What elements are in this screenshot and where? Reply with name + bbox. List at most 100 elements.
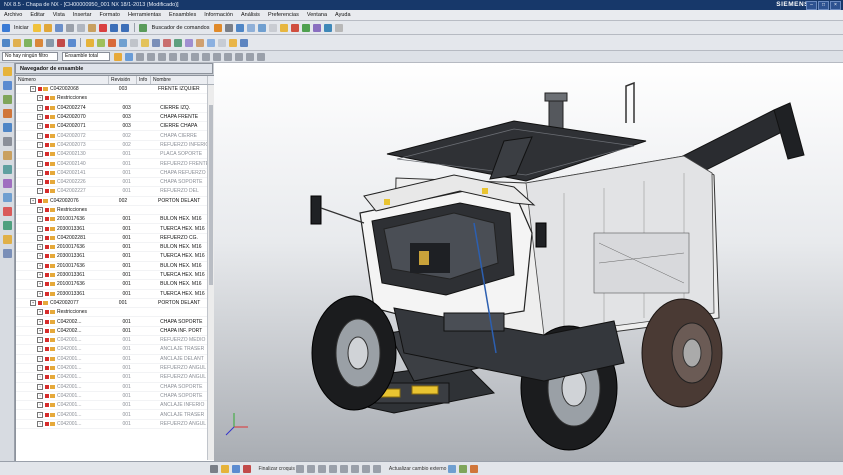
menu-vista[interactable]: Vista — [49, 12, 69, 18]
expand-icon[interactable]: + — [37, 290, 43, 297]
shell-icon[interactable] — [195, 38, 204, 47]
expand-icon[interactable]: + — [37, 355, 43, 362]
checkbox-icon[interactable] — [45, 170, 49, 175]
menu-preferencias[interactable]: Preferencias — [264, 12, 303, 18]
navigator-row[interactable]: + Restricciones — [16, 308, 214, 318]
orient-view-icon[interactable] — [1, 38, 10, 47]
command-finder-icon[interactable] — [139, 23, 148, 32]
constraint-navigator-icon[interactable] — [2, 81, 12, 90]
expand-icon[interactable]: + — [30, 299, 36, 306]
checkbox-icon[interactable] — [45, 105, 49, 110]
checkbox-icon[interactable] — [38, 300, 42, 305]
zoom-icon[interactable] — [23, 38, 32, 47]
expand-icon[interactable]: + — [37, 160, 43, 167]
reuse-library-icon[interactable] — [2, 109, 12, 118]
checkbox-icon[interactable] — [45, 142, 49, 147]
manufacturing-icon[interactable] — [2, 235, 12, 244]
existing-point-icon[interactable] — [190, 52, 199, 61]
copy-icon[interactable] — [77, 23, 86, 32]
render-icon[interactable] — [246, 23, 255, 32]
navigator-row[interactable]: + C042001... 001 REFUERZO ANGUL — [16, 373, 214, 383]
harvester-model[interactable] — [214, 63, 843, 461]
checkbox-icon[interactable] — [45, 366, 49, 371]
navigator-row[interactable]: + C042002070 003 CHAPA FRENTE — [16, 113, 214, 123]
roles-icon[interactable] — [2, 179, 12, 188]
checkbox-icon[interactable] — [45, 189, 49, 194]
navigator-row[interactable]: + C042002140 001 REFUERZO FRENTE — [16, 159, 214, 169]
endpoint-icon[interactable] — [135, 52, 144, 61]
expand-icon[interactable]: + — [37, 141, 43, 148]
datum-icon[interactable] — [206, 38, 215, 47]
expand-icon[interactable]: + — [37, 374, 43, 381]
checkbox-icon[interactable] — [45, 328, 49, 333]
expand-icon[interactable]: + — [37, 272, 43, 279]
expand-icon[interactable]: + — [37, 309, 43, 316]
menu-archivo[interactable]: Archivo — [0, 12, 26, 18]
checkbox-icon[interactable] — [45, 310, 49, 315]
menu-editar[interactable]: Editar — [26, 12, 48, 18]
checkbox-icon[interactable] — [45, 347, 49, 352]
process-studio-icon[interactable] — [2, 165, 12, 174]
sheet-metal-icon[interactable] — [217, 38, 226, 47]
navigator-row[interactable]: + C042002141 001 CHAPA REFUERZO — [16, 169, 214, 178]
measure-icon[interactable] — [290, 23, 299, 32]
checkbox-icon[interactable] — [45, 291, 49, 296]
expand-icon[interactable]: + — [37, 151, 43, 158]
expand-icon[interactable]: + — [37, 104, 43, 111]
layer-icon[interactable] — [224, 23, 233, 32]
system-materials-icon[interactable] — [2, 151, 12, 160]
midpoint-icon[interactable] — [146, 52, 155, 61]
undo-icon[interactable] — [110, 23, 119, 32]
navigator-row[interactable]: + C042002... 001 CHAPA INF. PORT — [16, 327, 214, 337]
menu-informacion[interactable]: Información — [200, 12, 237, 18]
navigator-row[interactable]: +2010017636 001 BULON HEX. M16 — [16, 243, 214, 253]
column-name[interactable]: Nombre — [151, 76, 208, 84]
flange-icon[interactable] — [228, 38, 237, 47]
navigator-row[interactable]: + C042002073 002 REFUERZO INFERIO — [16, 141, 214, 151]
offset-icon[interactable] — [373, 464, 382, 473]
blend-icon[interactable] — [118, 38, 127, 47]
constraint-icon[interactable] — [210, 464, 218, 473]
navigator-row[interactable]: + Restricciones — [16, 94, 214, 104]
navigator-row[interactable]: + C042002076 002 PORTON DELANT — [16, 197, 214, 206]
expand-icon[interactable]: + — [37, 179, 43, 186]
snap-view-icon[interactable] — [447, 464, 456, 473]
expand-icon[interactable]: + — [37, 337, 43, 344]
checkbox-icon[interactable] — [45, 356, 49, 361]
part-navigator-icon[interactable] — [2, 95, 12, 104]
column-revision[interactable]: Revisión — [109, 76, 137, 84]
profile-icon[interactable] — [232, 464, 240, 473]
checkbox-icon[interactable] — [45, 180, 49, 185]
expand-icon[interactable]: + — [37, 392, 43, 399]
shade-icon[interactable] — [257, 23, 266, 32]
checkbox-icon[interactable] — [38, 198, 42, 203]
navigator-row[interactable]: + C042002077 001 PORTON DELANT — [16, 299, 214, 309]
expand-icon[interactable]: + — [37, 95, 43, 102]
snap-point-icon[interactable] — [124, 52, 133, 61]
scrollbar-thumb[interactable] — [209, 105, 213, 285]
navigator-row[interactable]: + C042002274 003 CIERRE IZQ. — [16, 104, 214, 113]
analysis-icon[interactable] — [301, 23, 310, 32]
center-icon[interactable] — [157, 52, 166, 61]
menu-analisis[interactable]: Análisis — [237, 12, 264, 18]
chamfer-icon[interactable] — [129, 38, 138, 47]
navigator-row[interactable]: + C042001... 001 ANCLAJE TRASER — [16, 410, 214, 420]
paste-icon[interactable] — [88, 23, 97, 32]
checkbox-icon[interactable] — [45, 263, 49, 268]
expand-icon[interactable]: + — [37, 188, 43, 195]
navigator-row[interactable]: +2030013361 001 TUERCA HEX. M16 — [16, 224, 214, 234]
checkbox-icon[interactable] — [45, 282, 49, 287]
expand-icon[interactable]: + — [37, 216, 43, 223]
palettes-icon[interactable] — [2, 207, 12, 216]
expand-icon[interactable]: + — [37, 365, 43, 372]
checkbox-icon[interactable] — [45, 393, 49, 398]
face-point-icon[interactable] — [201, 52, 210, 61]
navigator-row[interactable]: + C042001... 001 REFUERZO ANGUL — [16, 364, 214, 374]
graphics-window[interactable] — [214, 63, 843, 461]
navigator-row[interactable]: + C042001... 001 ANCLAJE DELANT — [16, 355, 214, 364]
pattern-icon[interactable] — [151, 38, 160, 47]
checkbox-icon[interactable] — [45, 245, 49, 250]
rectangle-icon[interactable] — [329, 464, 338, 473]
checkbox-icon[interactable] — [45, 338, 49, 343]
checkbox-icon[interactable] — [45, 273, 49, 278]
